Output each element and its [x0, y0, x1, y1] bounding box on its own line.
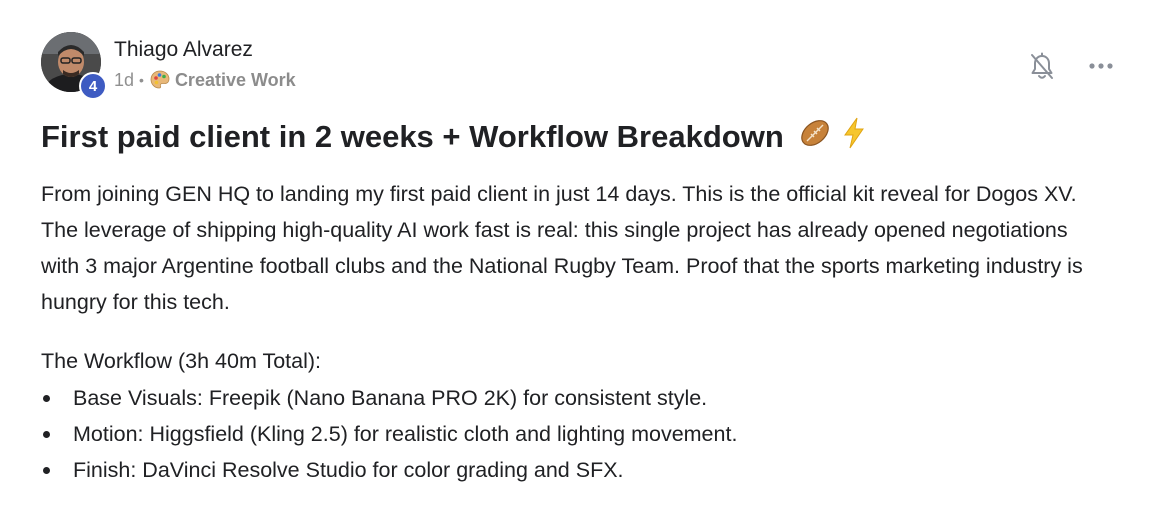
list-item: Finish: DaVinci Resolve Studio for color…	[41, 452, 737, 488]
post-title-row: First paid client in 2 weeks + Workflow …	[41, 116, 867, 161]
rugby-ball-icon	[801, 120, 830, 147]
bullet	[43, 395, 50, 402]
palette-icon	[149, 69, 171, 91]
more-horizontal-icon[interactable]	[1087, 58, 1115, 74]
bell-off-icon[interactable]	[1028, 52, 1056, 82]
post-time: 1d	[114, 70, 135, 90]
lightning-icon	[844, 118, 864, 149]
post-title: First paid client in 2 weeks + Workflow …	[41, 119, 784, 154]
bullet	[43, 467, 50, 474]
title-emojis	[798, 116, 867, 161]
bullet	[43, 431, 50, 438]
list-item: Base Visuals: Freepik (Nano Banana PRO 2…	[41, 380, 737, 416]
post-meta: Thiago Alvarez 1d • Creative Work	[114, 37, 296, 91]
separator-dot: •	[139, 72, 144, 88]
workflow-item-text: Base Visuals: Freepik (Nano Banana PRO 2…	[73, 386, 708, 410]
level-badge: 4	[79, 72, 107, 100]
workflow-item-text: Motion: Higgsfield (Kling 2.5) for reali…	[73, 422, 738, 446]
workflow-heading: The Workflow (3h 40m Total):	[41, 349, 322, 373]
post-header: 4 Thiago Alvarez 1d • Creative Work	[41, 32, 296, 100]
workflow-item-text: Finish: DaVinci Resolve Studio for color…	[73, 458, 624, 482]
post-card: 4 Thiago Alvarez 1d • Creative Work Firs…	[0, 0, 1150, 510]
category-link[interactable]: Creative Work	[175, 69, 296, 91]
author-name[interactable]: Thiago Alvarez	[114, 37, 296, 63]
post-body: From joining GEN HQ to landing my first …	[41, 182, 1083, 314]
post-subline: 1d • Creative Work	[114, 69, 296, 91]
workflow-list: Base Visuals: Freepik (Nano Banana PRO 2…	[41, 380, 737, 488]
author-avatar-wrapper[interactable]: 4	[41, 32, 107, 100]
list-item: Motion: Higgsfield (Kling 2.5) for reali…	[41, 416, 737, 452]
